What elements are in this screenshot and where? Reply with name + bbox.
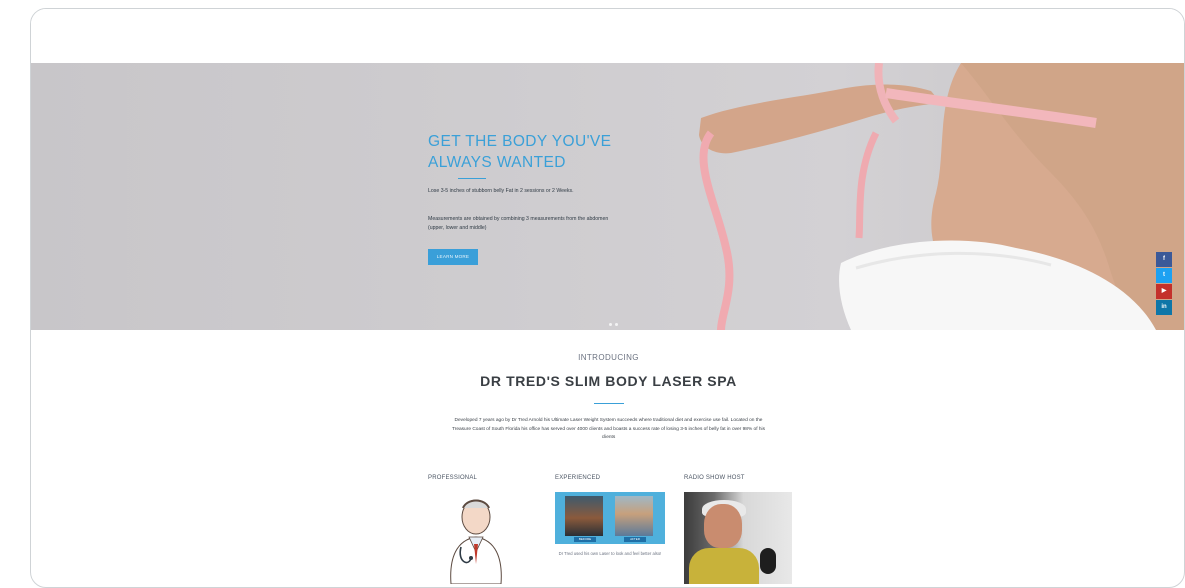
hero-slider: GET THE BODY YOU'VE ALWAYS WANTED Lose 3…	[31, 63, 1184, 330]
hero-title: GET THE BODY YOU'VE ALWAYS WANTED	[428, 133, 612, 171]
radio-show-heading: RADIO SHOW HOST	[684, 475, 745, 481]
after-photo	[615, 496, 653, 536]
learn-more-button[interactable]: LEARN MORE	[428, 249, 478, 265]
radio-show-photo	[684, 492, 792, 584]
site-header	[31, 9, 1184, 63]
professional-heading: PROFESSIONAL	[428, 475, 478, 481]
experienced-caption: Dr Tred used his own Laser to look and f…	[558, 551, 662, 556]
youtube-icon[interactable]: ▶	[1156, 284, 1172, 299]
hero-model-image	[699, 63, 1184, 330]
slider-dots	[609, 313, 621, 330]
linkedin-icon[interactable]: in	[1156, 300, 1172, 315]
intro-divider	[594, 403, 624, 404]
microphone-icon	[760, 548, 776, 574]
slider-dot[interactable]	[609, 323, 612, 326]
before-tag: BEFORE	[574, 537, 596, 542]
twitter-icon[interactable]: t	[1156, 268, 1172, 283]
hero-text-2: Measurements are obtained by combining 3…	[428, 216, 609, 231]
shirt	[689, 548, 759, 584]
browser-frame: GET THE BODY YOU'VE ALWAYS WANTED Lose 3…	[30, 8, 1185, 588]
intro-label: INTRODUCING	[578, 353, 639, 362]
doctor-illustration	[450, 499, 502, 584]
slider-dot[interactable]	[615, 323, 618, 326]
intro-title: DR TRED'S SLIM BODY LASER SPA	[480, 373, 737, 389]
hero-text-1: Lose 3-5 inches of stubborn belly Fat in…	[428, 188, 574, 194]
hero-divider	[458, 178, 486, 179]
experienced-before-after-panel: BEFORE AFTER	[555, 492, 665, 544]
before-photo	[565, 496, 603, 536]
experienced-heading: EXPERIENCED	[555, 475, 601, 481]
social-share-bar: f t ▶ in	[1156, 252, 1172, 316]
after-tag: AFTER	[624, 537, 646, 542]
face	[704, 504, 742, 548]
facebook-icon[interactable]: f	[1156, 252, 1172, 267]
intro-description: Developed 7 years ago by Dr Tred Arnold …	[451, 418, 766, 440]
